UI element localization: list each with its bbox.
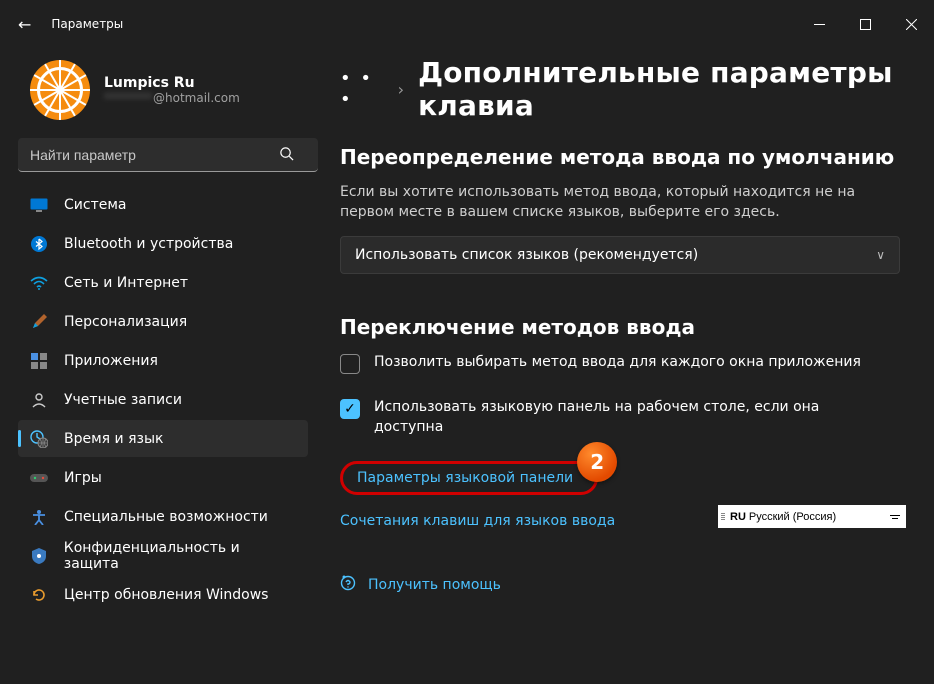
get-help-link[interactable]: Получить помощь bbox=[368, 577, 501, 593]
sidebar-item-accounts[interactable]: Учетные записи bbox=[18, 381, 308, 418]
nav-list: Система Bluetooth и устройства Сеть и Ин… bbox=[18, 186, 308, 615]
help-icon bbox=[340, 575, 356, 595]
back-button[interactable]: ← bbox=[18, 15, 31, 34]
nav-label: Специальные возможности bbox=[64, 509, 268, 525]
nav-label: Bluetooth и устройства bbox=[64, 236, 233, 252]
desktop-language-bar[interactable]: RUРусский (Россия) bbox=[718, 505, 906, 528]
sidebar-item-privacy[interactable]: Конфиденциальность и защита bbox=[18, 537, 308, 574]
sidebar-item-bluetooth[interactable]: Bluetooth и устройства bbox=[18, 225, 308, 262]
search-icon bbox=[279, 146, 294, 165]
apps-icon bbox=[30, 352, 48, 370]
avatar bbox=[30, 60, 90, 120]
profile-block[interactable]: Lumpics Ru ********@hotmail.com bbox=[30, 60, 308, 120]
nav-label: Сеть и Интернет bbox=[64, 275, 188, 291]
sidebar-item-apps[interactable]: Приложения bbox=[18, 342, 308, 379]
desktop-langbar-label: Использовать языковую панель на рабочем … bbox=[374, 398, 880, 437]
sidebar-item-system[interactable]: Система bbox=[18, 186, 308, 223]
nav-label: Конфиденциальность и защита bbox=[64, 540, 296, 572]
langbar-grip-icon[interactable] bbox=[720, 513, 726, 520]
update-icon bbox=[30, 586, 48, 604]
nav-label: Персонализация bbox=[64, 314, 187, 330]
nav-label: Система bbox=[64, 197, 126, 213]
minimize-button[interactable] bbox=[796, 8, 842, 40]
sidebar: Lumpics Ru ********@hotmail.com Система … bbox=[0, 48, 320, 684]
annotation-highlight: Параметры языковой панели 2 bbox=[340, 461, 598, 495]
sidebar-item-accessibility[interactable]: Специальные возможности bbox=[18, 498, 308, 535]
shield-icon bbox=[30, 547, 48, 565]
breadcrumb: • • • › Дополнительные параметры клавиа bbox=[340, 56, 910, 122]
dropdown-value: Использовать список языков (рекомендуетс… bbox=[355, 247, 698, 263]
wifi-icon bbox=[30, 274, 48, 292]
default-input-method-dropdown[interactable]: Использовать список языков (рекомендуетс… bbox=[340, 236, 900, 274]
accessibility-icon bbox=[30, 508, 48, 526]
sidebar-item-personalization[interactable]: Персонализация bbox=[18, 303, 308, 340]
breadcrumb-overflow[interactable]: • • • bbox=[340, 68, 384, 110]
nav-label: Приложения bbox=[64, 353, 158, 369]
sidebar-item-windows-update[interactable]: Центр обновления Windows bbox=[18, 576, 308, 613]
nav-label: Учетные записи bbox=[64, 392, 182, 408]
chevron-right-icon: › bbox=[398, 80, 404, 99]
sidebar-item-network[interactable]: Сеть и Интернет bbox=[18, 264, 308, 301]
clock-globe-icon bbox=[30, 430, 48, 448]
desktop-langbar-checkbox[interactable] bbox=[340, 399, 360, 419]
section-heading-override: Переопределение метода ввода по умолчани… bbox=[340, 144, 910, 171]
section-desc-override: Если вы хотите использовать метод ввода,… bbox=[340, 183, 880, 222]
maximize-button[interactable] bbox=[842, 8, 888, 40]
chevron-down-icon: ∨ bbox=[876, 248, 885, 262]
annotation-badge: 2 bbox=[577, 442, 617, 482]
bluetooth-icon bbox=[30, 235, 48, 253]
nav-label: Игры bbox=[64, 470, 102, 486]
per-window-ime-label: Позволить выбирать метод ввода для каждо… bbox=[374, 353, 861, 373]
sidebar-item-gaming[interactable]: Игры bbox=[18, 459, 308, 496]
per-window-ime-checkbox[interactable] bbox=[340, 354, 360, 374]
profile-email: ********@hotmail.com bbox=[104, 91, 240, 105]
sidebar-item-time-language[interactable]: Время и язык bbox=[18, 420, 308, 457]
section-heading-switching: Переключение методов ввода bbox=[340, 314, 910, 341]
langbar-text[interactable]: RUРусский (Россия) bbox=[730, 511, 884, 523]
close-button[interactable] bbox=[888, 8, 934, 40]
page-title: Дополнительные параметры клавиа bbox=[418, 56, 910, 122]
nav-label: Центр обновления Windows bbox=[64, 587, 268, 603]
system-icon bbox=[30, 196, 48, 214]
window-title: Параметры bbox=[51, 17, 123, 31]
gamepad-icon bbox=[30, 469, 48, 487]
langbar-minimize-icon[interactable] bbox=[888, 515, 902, 519]
account-icon bbox=[30, 391, 48, 409]
content-area: • • • › Дополнительные параметры клавиа … bbox=[320, 48, 934, 684]
title-bar: ← Параметры bbox=[0, 0, 934, 48]
language-bar-options-link[interactable]: Параметры языковой панели bbox=[357, 470, 573, 486]
brush-icon bbox=[30, 313, 48, 331]
nav-label: Время и язык bbox=[64, 431, 163, 447]
search-input[interactable] bbox=[18, 138, 318, 172]
profile-name: Lumpics Ru bbox=[104, 75, 240, 91]
